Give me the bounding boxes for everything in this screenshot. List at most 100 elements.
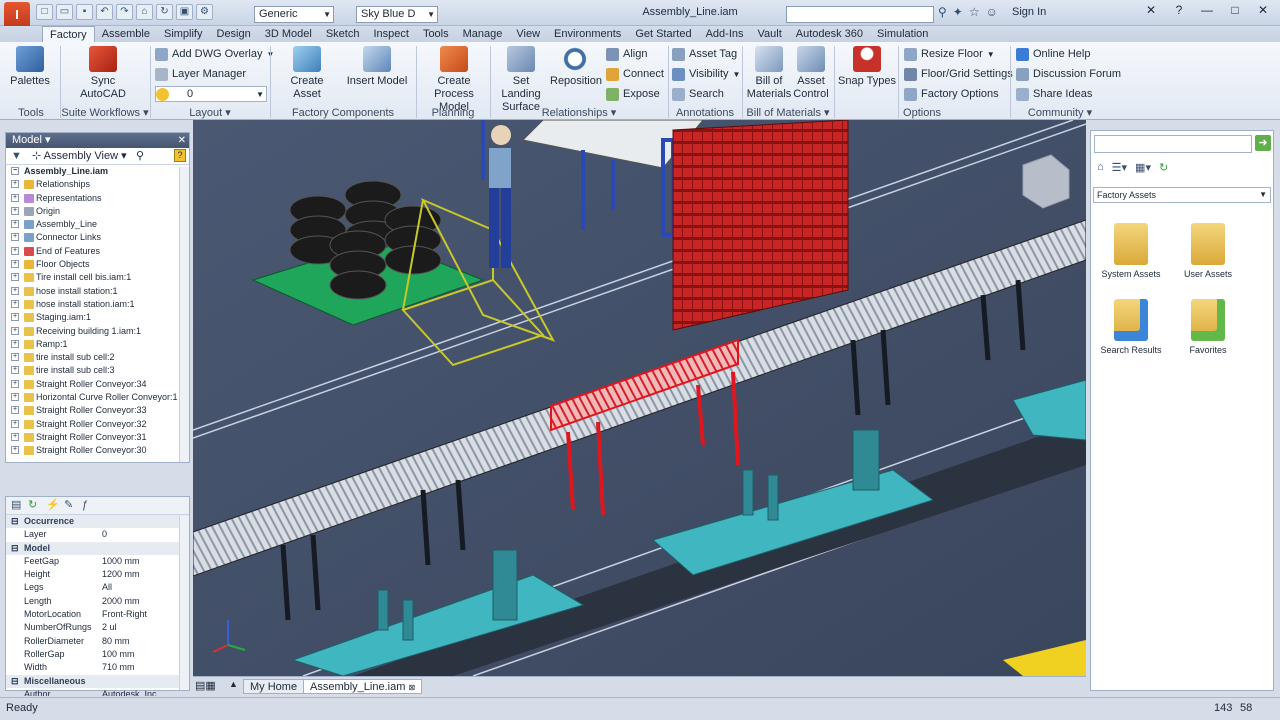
save-icon[interactable]: ▪ xyxy=(76,4,93,20)
user-icon[interactable]: ☺ xyxy=(986,5,998,19)
palettes-button[interactable]: Palettes xyxy=(8,46,52,88)
tree-item[interactable]: + tire install sub cell:2 xyxy=(6,351,189,364)
sign-in-link[interactable]: Sign In xyxy=(1012,6,1046,18)
align-button[interactable]: Align xyxy=(606,46,647,62)
style-combo[interactable]: Generic ▼ xyxy=(254,6,334,23)
group-relationships[interactable]: Relationships ▾ xyxy=(490,106,668,120)
share-ideas-link[interactable]: Share Ideas xyxy=(1016,86,1092,102)
tree-item[interactable]: + Relationships xyxy=(6,178,189,191)
group-suite-workflows[interactable]: Suite Workflows ▾ xyxy=(60,106,150,120)
expand-icon[interactable]: + xyxy=(11,313,19,322)
list-view-icon[interactable]: ☰▾ xyxy=(1112,161,1127,174)
model-browser-header[interactable]: Model ▾ ✕ xyxy=(6,133,189,148)
go-icon[interactable]: ➜ xyxy=(1255,135,1271,151)
create-asset-button[interactable]: Create Asset xyxy=(276,46,338,101)
expand-icon[interactable]: + xyxy=(11,246,19,255)
refresh-icon[interactable]: ↻ xyxy=(1159,161,1168,174)
collapse-icon[interactable]: − xyxy=(11,167,19,175)
tree-item[interactable]: + Staging.iam:1 xyxy=(6,311,189,324)
tree-item[interactable]: + Straight Roller Conveyor:33 xyxy=(6,404,189,417)
asset-tag-button[interactable]: Asset Tag xyxy=(672,46,737,62)
expand-icon[interactable]: + xyxy=(11,220,19,229)
help-icon[interactable]: ? xyxy=(174,149,186,162)
tree-root[interactable]: − Assembly_Line.iam xyxy=(6,165,189,178)
tab-my-home[interactable]: My Home xyxy=(243,679,305,694)
assembly-view-selector[interactable]: ⊹ Assembly View ▾ xyxy=(32,148,127,165)
exchange-icon[interactable]: ✕ xyxy=(1138,2,1164,20)
group-community[interactable]: Community ▾ xyxy=(1010,106,1110,120)
tab-assembly-line[interactable]: Assembly_Line.iam ⊠ xyxy=(303,679,423,694)
property-row[interactable]: RollerDiameter 80 mm xyxy=(6,635,189,648)
property-row[interactable]: FeetGap 1000 mm xyxy=(6,555,189,568)
lightning-icon[interactable]: ⚡ xyxy=(46,497,60,514)
snap-types-button[interactable]: Snap Types xyxy=(838,46,896,88)
expand-icon[interactable]: + xyxy=(11,286,19,295)
expand-icon[interactable]: + xyxy=(11,353,19,362)
expand-icon[interactable]: + xyxy=(11,299,19,308)
expand-icon[interactable]: + xyxy=(11,366,19,375)
expand-icon[interactable]: + xyxy=(11,193,19,202)
property-row[interactable]: Layer 0 xyxy=(6,528,189,541)
tree-item[interactable]: + Origin xyxy=(6,205,189,218)
connect-button[interactable]: Connect xyxy=(606,66,664,82)
tree-item[interactable]: + Ramp:1 xyxy=(6,338,189,351)
layer-manager-button[interactable]: Layer Manager xyxy=(155,66,246,82)
tab-manage[interactable]: Manage xyxy=(456,26,510,42)
property-row[interactable]: MotorLocation Front-Right xyxy=(6,608,189,621)
settings-icon[interactable]: ⚙ xyxy=(196,4,213,20)
group-bill-of-materials[interactable]: Bill of Materials ▾ xyxy=(742,106,834,120)
tab-autodesk-360[interactable]: Autodesk 360 xyxy=(789,26,870,42)
tile-icon[interactable]: ▤▦ xyxy=(195,679,216,692)
tab-3d-model[interactable]: 3D Model xyxy=(258,26,319,42)
tree-item[interactable]: + Connector Links xyxy=(6,231,189,244)
expand-icon[interactable]: + xyxy=(11,393,19,402)
properties-scrollbar[interactable] xyxy=(179,516,189,690)
expand-icon[interactable]: + xyxy=(11,180,19,189)
folder-system-assets[interactable]: System Assets xyxy=(1096,223,1166,279)
tab-get-started[interactable]: Get Started xyxy=(628,26,698,42)
tree-item[interactable]: + Representations xyxy=(6,192,189,205)
properties-icon[interactable]: ▤ xyxy=(11,497,21,514)
update-icon[interactable]: ↻ xyxy=(156,4,173,20)
refresh-icon[interactable]: ↻ xyxy=(28,497,37,514)
tab-assemble[interactable]: Assemble xyxy=(95,26,157,42)
floor-grid-settings-button[interactable]: Floor/Grid Settings xyxy=(904,66,1013,82)
expand-icon[interactable]: + xyxy=(11,233,19,242)
category-miscellaneous[interactable]: ⊟ Miscellaneous xyxy=(6,674,189,688)
online-help-link[interactable]: Online Help xyxy=(1016,46,1090,62)
tool-icon[interactable]: ✎ xyxy=(64,497,73,514)
reposition-button[interactable]: Reposition xyxy=(550,46,602,88)
tree-item[interactable]: + Horizontal Curve Roller Conveyor:1 xyxy=(6,391,189,404)
home-icon[interactable]: ⌂ xyxy=(136,4,153,20)
tab-vault[interactable]: Vault xyxy=(751,26,789,42)
tree-item[interactable]: + Receiving building 1.iam:1 xyxy=(6,325,189,338)
style-icon[interactable]: ƒ xyxy=(82,497,88,514)
tab-factory[interactable]: Factory xyxy=(42,26,95,42)
folder-search-results[interactable]: Search Results xyxy=(1096,299,1166,355)
tab-environments[interactable]: Environments xyxy=(547,26,628,42)
property-row[interactable]: Author Autodesk, Inc. xyxy=(6,688,189,696)
subscription-icon[interactable]: ✦ xyxy=(953,5,963,19)
close-icon[interactable]: ⊠ xyxy=(408,683,415,692)
asset-search-input[interactable] xyxy=(1094,135,1252,153)
expand-icon[interactable]: + xyxy=(11,326,19,335)
factory-options-button[interactable]: Factory Options xyxy=(904,86,999,102)
visibility-button[interactable]: Visibility ▼ xyxy=(672,66,740,82)
undo-icon[interactable]: ↶ xyxy=(96,4,113,20)
help-search-input[interactable] xyxy=(786,6,934,23)
group-layout[interactable]: Layout ▾ xyxy=(150,106,270,120)
graphics-viewport[interactable] xyxy=(193,120,1086,676)
asset-control-button[interactable]: Asset Control xyxy=(790,46,832,101)
tab-add-ins[interactable]: Add-Ins xyxy=(699,26,751,42)
tree-item[interactable]: + Assembly_Line xyxy=(6,218,189,231)
close-button[interactable]: ✕ xyxy=(1250,2,1276,20)
help-icon[interactable]: ? xyxy=(1166,2,1192,20)
tile-view-icon[interactable]: ▦▾ xyxy=(1135,161,1151,174)
tab-sketch[interactable]: Sketch xyxy=(319,26,367,42)
bill-of-materials-button[interactable]: Bill of Materials xyxy=(746,46,792,101)
layer-combo[interactable]: 0 ▼ xyxy=(155,86,267,102)
filter-icon[interactable]: ▼ xyxy=(11,148,22,165)
create-process-model-button[interactable]: Create Process Model xyxy=(420,46,488,114)
select-icon[interactable]: ▣ xyxy=(176,4,193,20)
category-model[interactable]: ⊟ Model xyxy=(6,541,189,555)
